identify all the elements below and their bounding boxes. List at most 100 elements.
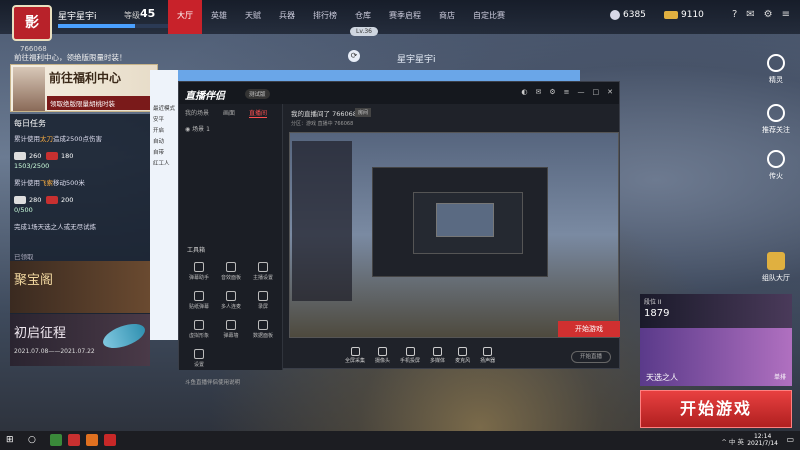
silver-amount: 6385 [623,10,646,20]
team-lobby-button[interactable]: 组队大厅 [754,252,798,283]
back-list-item[interactable]: 自动 [153,137,164,145]
nav-lobby[interactable]: 大厅 [168,0,202,34]
team-icon [767,252,785,270]
tool-item[interactable]: 弹幕助手 [183,262,215,281]
speaker-button[interactable]: 扬声器 [480,346,495,364]
live-preview[interactable]: 开始游戏 [289,132,620,338]
tab-canvas[interactable]: 画面 [223,108,235,118]
start-game-button[interactable]: 开始游戏 [640,390,792,428]
room-badge[interactable]: 房间 [355,108,372,117]
nav-talent[interactable]: 天赋 [236,0,270,34]
usage-note-link[interactable]: 斗鱼直播伴侣使用说明 [185,378,240,386]
maximize-icon[interactable]: □ [593,88,600,96]
media-button[interactable]: 多媒体 [430,346,445,364]
task-2-reward-1: 280 [14,196,41,204]
nav-ranking[interactable]: 排行榜 [304,0,346,34]
close-icon[interactable]: ✕ [607,88,613,96]
notification-icon[interactable]: ▭ [786,435,794,444]
treasure-pavilion-banner[interactable]: 聚宝阁 [10,261,150,313]
gem-reward-icon [46,196,58,204]
nav-custom-match[interactable]: 自定比赛 [464,0,514,34]
welfare-subtitle: 领取绝版限量胡桃时装 [47,96,157,110]
feather-image [99,319,149,353]
tab-live-room[interactable]: 直播间 [249,108,268,118]
back-list-item[interactable]: 自带 [153,148,164,156]
window-controls: ◐ ✉ ⚙ ≡ — □ ✕ [521,88,613,96]
clock[interactable]: 12:14 2021/7/14 [747,433,778,447]
skin-icon[interactable]: ◐ [521,88,527,96]
microphone-button[interactable]: 麦克风 [455,346,470,364]
treasure-pavilion-title: 聚宝阁 [14,273,54,288]
taskbar-app-icon[interactable] [86,434,98,446]
settings-icon[interactable]: ⚙ [549,88,555,96]
camera-button[interactable]: 摄像头 [375,346,390,364]
back-list-item[interactable]: 安平 [153,115,164,123]
tool-icon [194,291,204,301]
tool-icon [194,320,204,330]
refresh-icon[interactable]: ⟳ [348,50,360,62]
nav-season[interactable]: 赛季启程 [380,0,430,34]
search-icon[interactable]: ○ [28,435,36,445]
phone-cast-button[interactable]: 手机投屏 [400,346,420,364]
windows-start-icon[interactable]: ⊞ [6,435,14,445]
tool-icon [226,291,236,301]
tool-item[interactable]: 贴纸弹幕 [183,291,215,310]
taskbar-app-icon[interactable] [104,434,116,446]
toolbox-label: 工具箱 [187,247,206,254]
tool-icon [258,320,268,330]
nav-weapons[interactable]: 兵器 [270,0,304,34]
help-icon[interactable]: ? [732,9,737,20]
mode-card[interactable]: 天选之人 单排 [640,328,792,386]
screen-capture-button[interactable]: 全屏采集 [345,346,365,364]
settings-icon[interactable]: ⚙ [764,9,773,20]
nav-heroes[interactable]: 英雄 [202,0,236,34]
silver-currency[interactable]: 6385 [610,10,646,20]
tool-item[interactable]: 音效面板 [215,262,247,281]
expedition-banner[interactable]: 初启征程 2021.07.08——2021.07.22 [10,314,150,366]
start-live-button[interactable]: 开始直播 [571,351,611,363]
app-titlebar[interactable]: 直播伴侣 测试版 ◐ ✉ ⚙ ≡ — □ ✕ [179,82,619,104]
rank-card[interactable]: 段位 II 1879 [640,294,792,328]
tool-item[interactable]: 设置 [183,349,215,368]
tab-scenes[interactable]: 我的场景 [185,108,209,118]
level-pill: Lv.36 [350,27,378,36]
game-logo[interactable]: 影 [12,5,52,41]
back-list-item[interactable]: 开启 [153,126,164,134]
recommend-follow-button[interactable]: 推荐关注 [758,104,794,135]
task-1-reward-1: 260 [14,152,41,160]
tool-item[interactable]: 录屏 [247,291,279,310]
mail-icon[interactable]: ✉ [746,9,754,20]
taskbar-app-icon[interactable] [50,434,62,446]
tool-item[interactable]: 弹幕墙 [215,320,247,339]
player-name[interactable]: 星宇星宇i [58,9,97,22]
fire-icon [767,150,785,168]
minimize-icon[interactable]: — [578,88,585,96]
level-label: 等级 [124,11,140,20]
tool-item[interactable]: 数据面板 [247,320,279,339]
back-list-item[interactable]: 红工人 [153,159,170,167]
app-tabs: 我的场景 画面 直播间 [185,108,268,118]
tool-item[interactable]: 主播设置 [247,262,279,281]
eye-icon[interactable]: ◉ [185,126,190,133]
media-icon [433,346,443,356]
mode-type: 单排 [773,374,786,381]
scene-item[interactable]: ◉ 场景 1 [185,124,210,133]
daily-tasks-title: 每日任务 [14,119,46,128]
tool-item[interactable]: 多人连麦 [215,291,247,310]
welfare-banner[interactable]: 前往福利中心 领取绝版限量胡桃时装 [10,64,158,112]
sprite-button[interactable]: 精灵 [758,54,794,85]
tool-icon [194,262,204,272]
welfare-text[interactable]: 前往福利中心，领绝版限量时装！ [14,52,127,63]
taskbar-app-icon[interactable] [68,434,80,446]
nav-shop[interactable]: 商店 [430,0,464,34]
message-icon[interactable]: ✉ [535,88,541,96]
tool-item[interactable]: 虚拟形象 [183,320,215,339]
top-icons: ? ✉ ⚙ ≡ [732,9,790,20]
pass-fire-button[interactable]: 传火 [758,150,794,181]
system-tray[interactable]: ^ 中 英 [721,436,744,446]
menu-icon[interactable]: ≡ [782,9,790,20]
room-info: 分区：游戏 直播中 766068 [291,121,354,127]
menu-icon[interactable]: ≡ [564,88,570,96]
gold-currency[interactable]: 9110 [664,10,704,20]
back-list-item[interactable]: 最近模式 [153,104,175,112]
